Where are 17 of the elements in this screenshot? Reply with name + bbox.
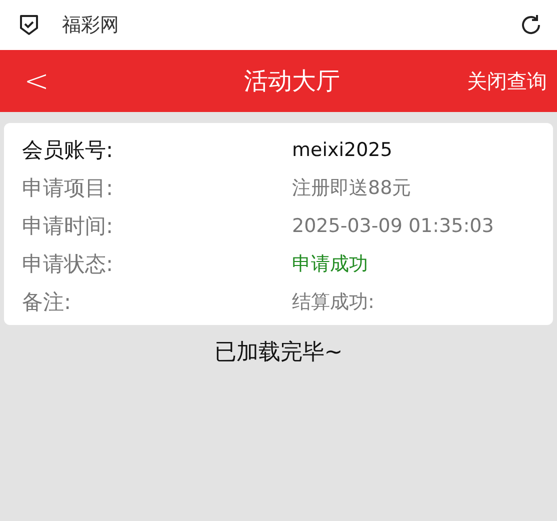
field-value: meixi2025 [292, 139, 394, 161]
field-value: 2025-03-09 01:35:03 [292, 215, 495, 237]
field-value: 申请成功 [292, 252, 369, 277]
back-button[interactable]: < [16, 64, 58, 98]
field-value: 结算成功: [292, 290, 376, 315]
field-label: 申请时间: [22, 213, 114, 240]
site-title: 福彩网 [62, 13, 120, 38]
refresh-icon[interactable] [519, 13, 543, 37]
close-query-button[interactable]: 关闭查询 [467, 68, 547, 94]
field-label: 申请项目: [22, 175, 114, 202]
field-value: 注册即送88元 [292, 176, 412, 201]
field-label: 备注: [22, 289, 72, 316]
field-label: 会员账号: [22, 137, 114, 164]
field-label: 申请状态: [22, 251, 114, 278]
shield-check-icon [18, 13, 40, 37]
loaded-message: 已加载完毕~ [214, 339, 343, 367]
page-title: 活动大厅 [243, 66, 342, 97]
